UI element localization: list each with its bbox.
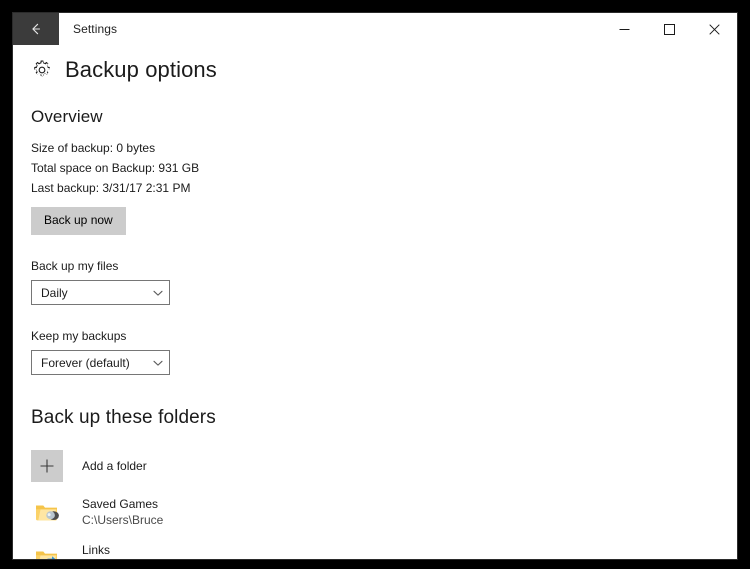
folder-text: Links C:\Users\Bruce [82,542,163,559]
settings-page: Backup options Overview Size of backup: … [13,45,737,559]
keep-backups-value: Forever (default) [41,355,130,370]
chevron-down-icon [147,287,169,299]
list-item[interactable]: Saved Games C:\Users\Bruce [31,491,737,533]
backup-frequency-value: Daily [41,285,68,300]
backup-frequency-select[interactable]: Daily [31,280,170,305]
folder-text: Saved Games C:\Users\Bruce [82,496,163,528]
maximize-button[interactable] [647,13,692,45]
size-of-backup-text: Size of backup: 0 bytes [31,141,156,155]
page-header: Backup options [31,59,737,81]
window-title: Settings [73,22,118,36]
folder-saved-games-icon [31,496,63,528]
minimize-icon [619,28,630,30]
list-item[interactable]: Links C:\Users\Bruce [31,537,737,559]
backup-frequency-label: Back up my files [31,259,119,273]
gear-icon [34,60,50,77]
keep-backups-select[interactable]: Forever (default) [31,350,170,375]
settings-window: Settings Backup options Overview Size of… [12,12,738,560]
folder-name: Saved Games [82,497,159,511]
title-bar: Settings [13,13,737,45]
folder-path: C:\Users\Bruce [82,558,163,559]
minimize-button[interactable] [602,13,647,45]
chevron-down-icon [147,357,169,369]
close-icon [709,23,720,35]
keep-backups-label: Keep my backups [31,329,127,343]
page-title: Backup options [65,57,217,82]
window-controls [602,13,737,45]
close-button[interactable] [692,13,737,45]
add-folder-button[interactable] [31,450,63,482]
desktop-background: Settings Backup options Overview Size of… [0,0,750,569]
overview-heading: Overview [31,107,103,126]
total-space-text: Total space on Backup: 931 GB [31,161,200,175]
last-backup-text: Last backup: 3/31/17 2:31 PM [31,181,191,195]
back-arrow-icon [32,23,41,35]
folder-name: Links [82,543,111,557]
add-folder-label: Add a folder [82,459,147,473]
plus-icon [40,459,54,473]
maximize-icon [664,23,675,35]
folder-links-icon [31,542,63,559]
folder-path: C:\Users\Bruce [82,513,164,527]
add-folder-row[interactable]: Add a folder [31,445,737,487]
backup-folders-heading: Back up these folders [31,407,216,428]
back-up-now-button[interactable]: Back up now [31,207,126,235]
back-button[interactable] [13,13,59,45]
